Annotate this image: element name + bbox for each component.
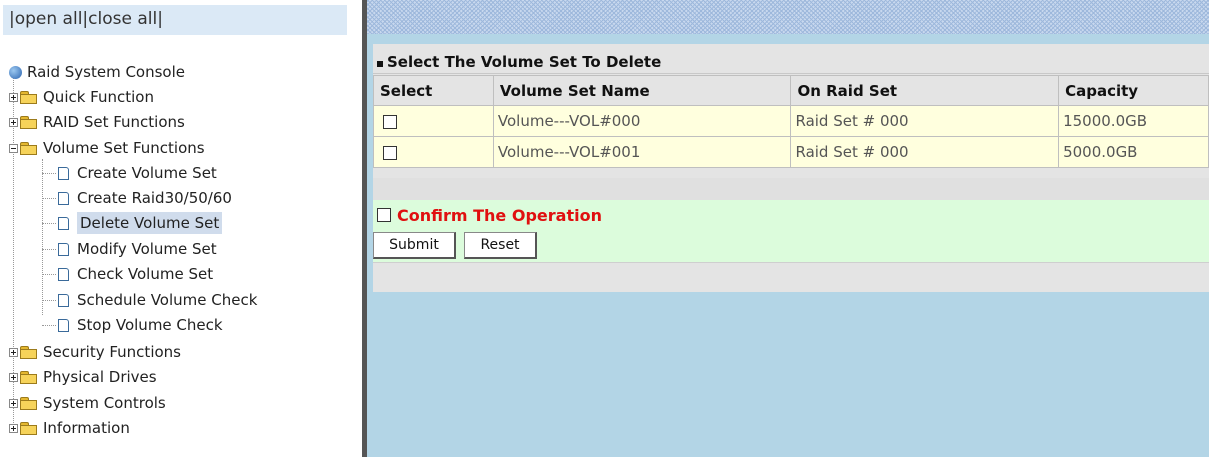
column-header-on-raid-set: On Raid Set [790, 75, 1060, 106]
document-icon [58, 166, 69, 180]
folder-icon [20, 371, 37, 384]
tree-item-label: System Controls [43, 394, 166, 412]
expand-icon[interactable] [9, 117, 18, 127]
tree-item-security-functions[interactable]: Security Functions [9, 341, 181, 363]
column-header-select: Select [373, 75, 494, 106]
tree-item-stop-volume-check[interactable]: Stop Volume Check [42, 314, 223, 336]
document-icon [58, 318, 69, 332]
tree-item-label: Security Functions [43, 343, 181, 361]
table-row: Volume---VOL#000 Raid Set # 000 15000.0G… [373, 105, 1209, 137]
tree-item-label: Modify Volume Set [77, 240, 217, 258]
select-cell [373, 105, 494, 137]
tree-item-check-volume-set[interactable]: Check Volume Set [42, 263, 213, 285]
tree-item-label: Create Raid30/50/60 [77, 189, 232, 207]
select-checkbox[interactable] [383, 114, 397, 129]
open-folder-icon [20, 142, 37, 155]
expand-icon[interactable] [9, 398, 18, 408]
button-row: Submit Reset [373, 230, 1209, 262]
tree-item-label: Volume Set Functions [43, 139, 205, 157]
panel-footer [373, 262, 1209, 292]
tree-item-system-controls[interactable]: System Controls [9, 392, 166, 414]
document-icon [58, 191, 69, 205]
panel-title: Select The Volume Set To Delete [387, 52, 662, 71]
tree-item-quick-function[interactable]: Quick Function [9, 86, 154, 108]
navigation-pane: |open all|close all| Raid System Console… [0, 0, 362, 457]
open-all-link[interactable]: |open all [9, 9, 82, 29]
select-checkbox[interactable] [383, 145, 397, 160]
folder-icon [20, 422, 37, 435]
expand-icon[interactable] [9, 372, 18, 382]
close-all-link[interactable]: |close all| [82, 9, 163, 29]
document-icon [58, 293, 69, 307]
expand-icon[interactable] [9, 347, 18, 357]
column-header-capacity: Capacity [1058, 75, 1209, 106]
table-row: Volume---VOL#001 Raid Set # 000 5000.0GB [373, 136, 1209, 168]
table-header-row: Select Volume Set Name On Raid Set Capac… [373, 75, 1209, 106]
raid-set-cell: Raid Set # 000 [790, 136, 1060, 168]
confirm-checkbox[interactable] [377, 208, 391, 222]
folder-icon [20, 116, 37, 129]
expand-icon[interactable] [9, 92, 18, 102]
content-pane: Select The Volume Set To Delete Select V… [367, 0, 1209, 457]
raid-set-cell: Raid Set # 000 [790, 105, 1060, 137]
tree-root[interactable]: Raid System Console [9, 61, 185, 83]
tree-item-create-volume-set[interactable]: Create Volume Set [42, 162, 217, 184]
reset-button[interactable]: Reset [464, 232, 537, 259]
confirm-row: Confirm The Operation [373, 200, 1209, 230]
bullet-icon [377, 61, 383, 67]
volume-name-cell: Volume---VOL#000 [492, 105, 792, 137]
tree-item-label: Schedule Volume Check [77, 291, 258, 309]
select-cell [373, 136, 494, 168]
collapse-icon[interactable] [9, 143, 18, 153]
console-icon [9, 65, 22, 79]
column-header-volume-set-name: Volume Set Name [492, 75, 792, 106]
tree-item-label: Information [43, 419, 130, 437]
open-close-bar: |open all|close all| [3, 5, 347, 35]
tree-item-modify-volume-set[interactable]: Modify Volume Set [42, 238, 217, 260]
tree-item-physical-drives[interactable]: Physical Drives [9, 366, 157, 388]
capacity-cell: 15000.0GB [1058, 105, 1209, 137]
document-icon [58, 242, 69, 256]
document-icon [58, 216, 69, 230]
tree-item-label: Delete Volume Set [77, 212, 223, 234]
header-pattern [367, 0, 1209, 34]
tree-item-label: Quick Function [43, 88, 154, 106]
spacer-row [373, 178, 1209, 200]
delete-volume-panel: Select The Volume Set To Delete Select V… [373, 44, 1209, 292]
folder-icon [20, 397, 37, 410]
tree-item-label: Create Volume Set [77, 164, 217, 182]
expand-icon[interactable] [9, 423, 18, 433]
tree-item-raid-set-functions[interactable]: RAID Set Functions [9, 111, 185, 133]
panel-header: Select The Volume Set To Delete [373, 44, 1209, 74]
tree-item-delete-volume-set[interactable]: Delete Volume Set [42, 212, 223, 234]
tree-item-label: Check Volume Set [77, 265, 214, 283]
volume-set-table: Select Volume Set Name On Raid Set Capac… [373, 75, 1209, 168]
tree-item-volume-set-functions[interactable]: Volume Set Functions [9, 137, 205, 159]
confirm-label: Confirm The Operation [397, 205, 602, 225]
folder-icon [20, 91, 37, 104]
tree-item-schedule-volume-check[interactable]: Schedule Volume Check [42, 289, 257, 311]
tree-item-create-raid30-50-60[interactable]: Create Raid30/50/60 [42, 187, 232, 209]
capacity-cell: 5000.0GB [1058, 136, 1209, 168]
document-icon [58, 267, 69, 281]
tree-item-label: RAID Set Functions [43, 113, 185, 131]
tree-item-label: Stop Volume Check [77, 316, 223, 334]
submit-button[interactable]: Submit [373, 232, 456, 259]
volume-name-cell: Volume---VOL#001 [492, 136, 792, 168]
tree-item-information[interactable]: Information [9, 417, 130, 439]
folder-icon [20, 346, 37, 359]
tree-root-label: Raid System Console [27, 63, 185, 81]
tree-item-label: Physical Drives [43, 368, 157, 386]
